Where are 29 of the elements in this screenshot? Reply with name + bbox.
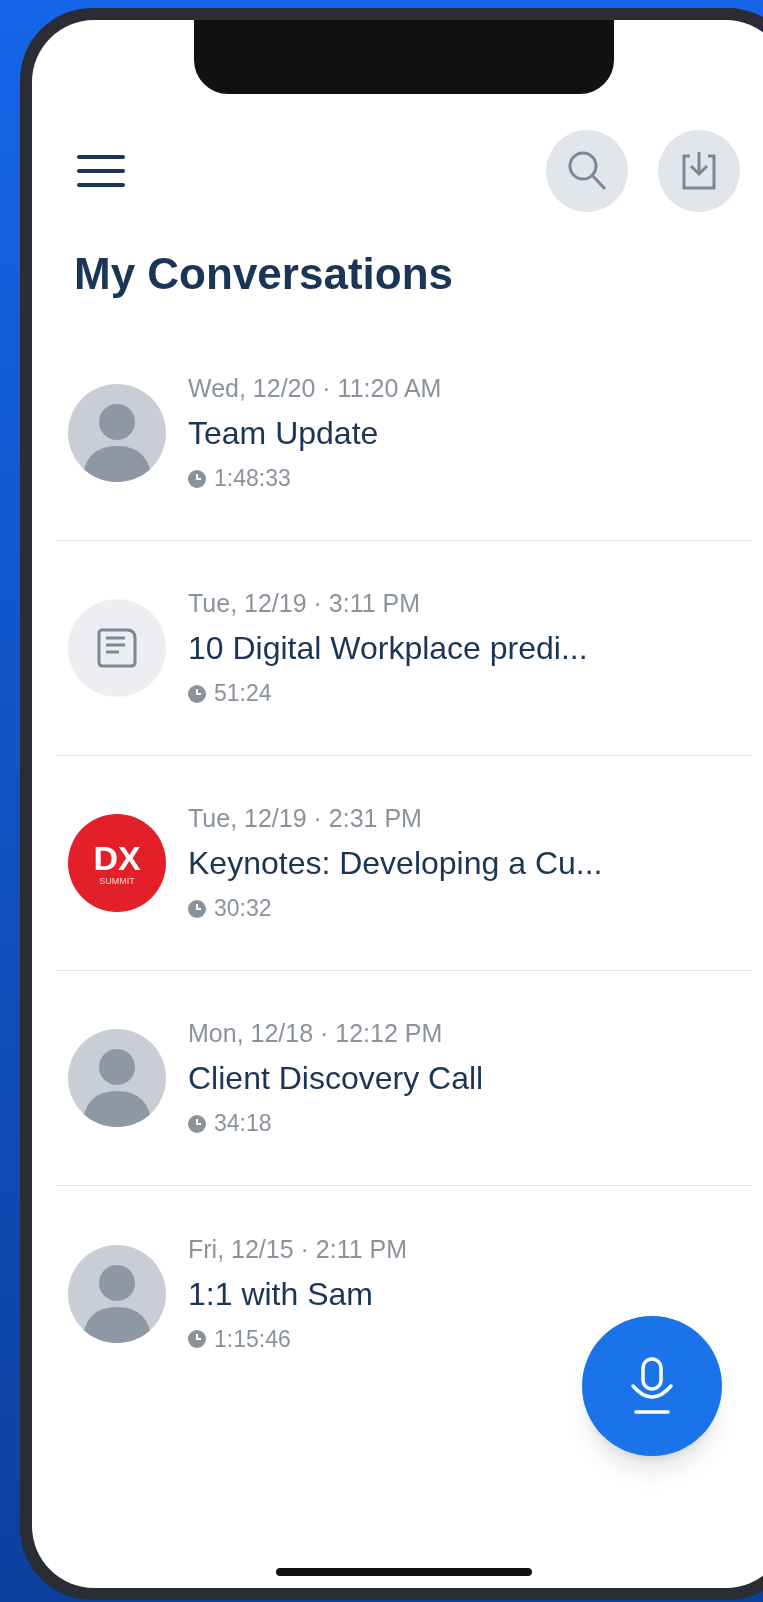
clock-icon bbox=[188, 1330, 206, 1348]
conversation-title: Team Update bbox=[188, 417, 380, 449]
conversation-duration: 30:32 bbox=[214, 897, 272, 920]
conversation-title: 1:1 with Sam bbox=[188, 1277, 374, 1310]
clock-icon bbox=[188, 469, 206, 488]
logo-subtext: SUMMIT bbox=[99, 876, 135, 886]
conversation-item[interactable]: Fri, 12/15 · 2:11 PM 1:1 with Sam 1:15:46 bbox=[56, 1186, 752, 1401]
conversation-duration: 34:18 bbox=[214, 1112, 272, 1135]
conversation-date: Fri, 12/15 · 2:11 PM bbox=[188, 1236, 408, 1262]
conversation-date: Tue, 12/19 · 3:11 PM bbox=[188, 591, 422, 616]
clock-icon bbox=[188, 899, 206, 918]
conversation-item[interactable]: DX SUMMIT Tue, 12/19 · 2:31 PM Keynotes: Developing a Cu... 30:32 bbox=[56, 756, 752, 971]
conversation-title: Client Discovery Call bbox=[188, 1062, 484, 1094]
logo-text: DX bbox=[93, 840, 141, 875]
conversation-title: Keynotes: Developing a Cu... bbox=[188, 847, 603, 879]
page-title: My Conversations bbox=[74, 252, 454, 296]
clock-icon bbox=[188, 1114, 206, 1133]
conversation-date: Wed, 12/20 · 11:20 AM bbox=[188, 376, 442, 401]
clock-icon bbox=[188, 684, 206, 703]
conversation-item[interactable]: Mon, 12/18 · 12:12 PM Client Discovery Call 34:18 bbox=[56, 971, 752, 1186]
microphone-icon bbox=[630, 1356, 674, 1416]
conversation-date: Tue, 12/19 · 2:31 PM bbox=[188, 806, 423, 831]
conversation-duration: 1:15:46 bbox=[214, 1327, 291, 1351]
conversation-item[interactable]: Wed, 12/20 · 11:20 AM Team Update 1:48:33 bbox=[56, 326, 752, 541]
conversation-duration: 1:48:33 bbox=[214, 467, 291, 490]
conversation-item[interactable]: Tue, 12/19 · 3:11 PM 10 Digital Workplace predi... 51:24 bbox=[56, 541, 752, 756]
conversation-duration: 51:24 bbox=[214, 682, 272, 705]
conversation-title: 10 Digital Workplace predi... bbox=[188, 632, 588, 664]
conversation-date: Mon, 12/18 · 12:12 PM bbox=[188, 1021, 444, 1046]
